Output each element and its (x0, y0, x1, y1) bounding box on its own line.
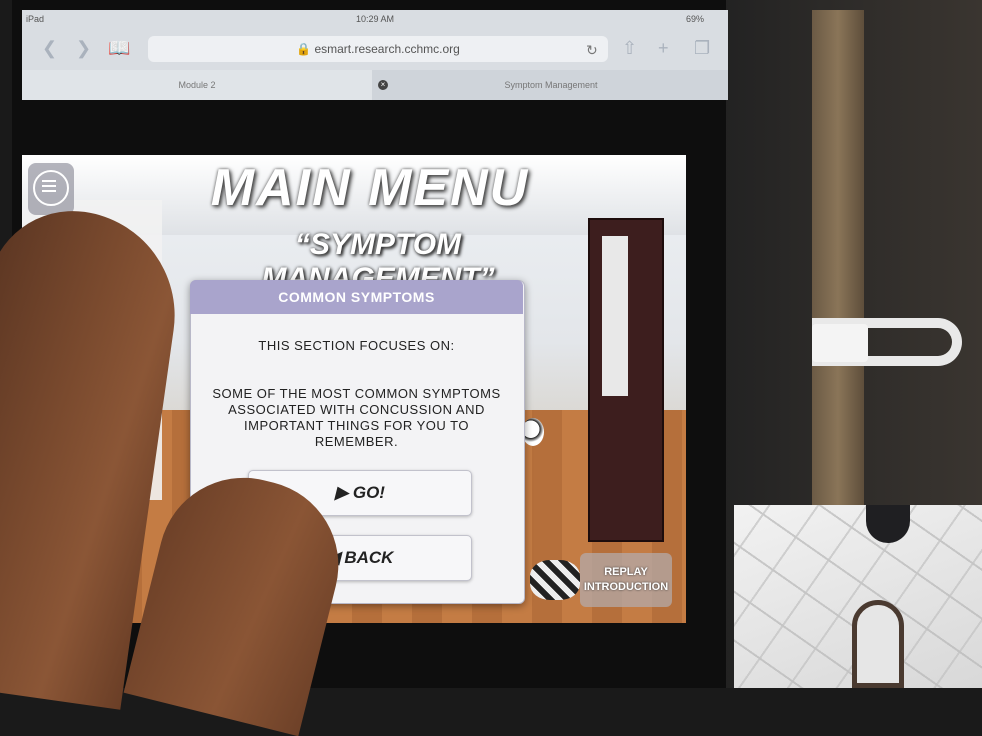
battery-level: 69% (686, 14, 705, 24)
menu-button[interactable] (28, 163, 74, 215)
replay-label: INTRODUCTION (583, 581, 669, 593)
replay-introduction-button[interactable]: REPLAY INTRODUCTION (580, 553, 672, 607)
dialog-body-line: IMPORTANT THINGS FOR YOU TO (244, 418, 469, 433)
person-head (852, 600, 904, 688)
cable-connector (812, 324, 868, 362)
replay-label: REPLAY (604, 566, 648, 578)
tab-label: Symptom Management (504, 80, 598, 90)
reload-icon[interactable]: ↻ (586, 42, 598, 59)
dialog-header: COMMON SYMPTOMS (190, 280, 523, 314)
url-text: esmart.research.cchmc.org (314, 42, 460, 56)
status-time: 10:29 AM (356, 14, 395, 24)
close-icon[interactable]: × (378, 80, 388, 90)
dialog-body-line: REMEMBER. (314, 434, 399, 449)
dialog-body-line: ASSOCIATED WITH CONCUSSION AND (228, 402, 485, 417)
bookshelf-panel (602, 236, 628, 396)
soccer-ball-icon (522, 418, 544, 446)
chevron-left-icon[interactable]: ❮ (42, 38, 57, 59)
chevron-right-icon[interactable]: ❯ (76, 38, 91, 59)
share-icon[interactable]: ⇧ (622, 38, 637, 59)
dialog-intro: THIS SECTION FOCUSES ON: (258, 338, 455, 353)
device-label: iPad (26, 14, 45, 24)
main-menu-title: MAIN MENU (210, 159, 530, 217)
zebra-rug (530, 560, 580, 600)
tab-symptom-management[interactable]: Symptom Management (396, 70, 706, 100)
tab-label: Module 2 (178, 80, 216, 90)
address-bar[interactable]: 🔒 esmart.research.cchmc.org (148, 36, 608, 62)
dialog-body-line: SOME OF THE MOST COMMON SYMPTOMS (212, 386, 501, 401)
tabs-icon[interactable]: ❐ (694, 38, 710, 59)
plus-icon[interactable]: + (658, 38, 669, 59)
book-icon[interactable]: 📖 (108, 38, 130, 59)
wooden-stand (812, 10, 864, 510)
tab-module-2[interactable]: Module 2 (22, 70, 372, 100)
status-bar: iPad 10:29 AM 69% (22, 10, 728, 30)
lock-icon: 🔒 (296, 42, 312, 56)
